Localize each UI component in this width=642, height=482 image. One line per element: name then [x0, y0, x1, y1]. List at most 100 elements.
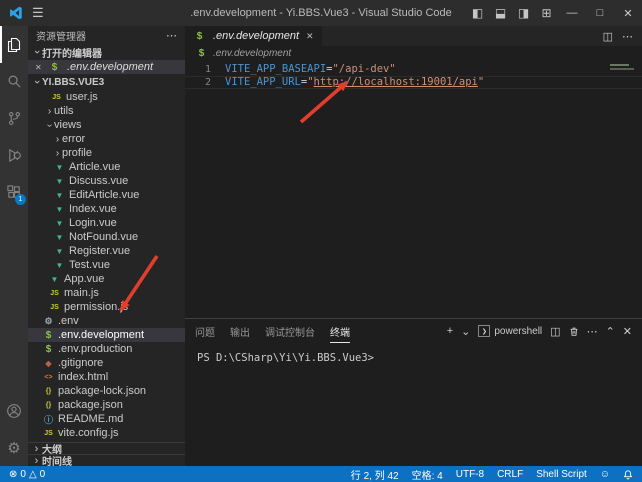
tree-item[interactable]: profile	[28, 146, 185, 160]
kill-terminal-icon[interactable]	[569, 326, 579, 337]
file-icon	[42, 399, 55, 411]
toggle-sidebar-icon[interactable]: ◧	[466, 6, 489, 20]
split-terminal-icon[interactable]: ◫	[550, 325, 560, 338]
project-section[interactable]: YI.BBS.VUE3	[28, 74, 185, 90]
tree-item[interactable]: vite.config.js	[28, 426, 185, 440]
terminal-profile-powershell[interactable]: ❯powershell	[478, 325, 542, 337]
open-editors-section[interactable]: 打开的编辑器	[28, 44, 185, 60]
feedback-icon[interactable]: ☺	[600, 469, 610, 480]
open-editor-item[interactable]: ✕ .env.development	[28, 60, 185, 74]
eol-sequence[interactable]: CRLF	[497, 469, 523, 480]
tree-item[interactable]: .gitignore	[28, 356, 185, 370]
tree-item[interactable]: views	[28, 118, 185, 132]
panel-tab[interactable]: 问题	[195, 319, 215, 343]
panel-tab[interactable]: 输出	[230, 319, 250, 343]
search-icon[interactable]	[0, 63, 28, 100]
new-terminal-icon[interactable]: +	[447, 325, 453, 337]
title-bar: ☰ .env.development - Yi.BBS.Vue3 - Visua…	[0, 0, 642, 26]
tree-item[interactable]: utils	[28, 104, 185, 118]
settings-gear-icon[interactable]: ⚙	[0, 429, 28, 466]
minimap[interactable]	[610, 64, 638, 72]
close-icon[interactable]: ✕	[35, 63, 45, 72]
extensions-icon[interactable]: 1	[0, 174, 28, 211]
tree-item[interactable]: main.js	[28, 286, 185, 300]
project-label: YI.BBS.VUE3	[42, 77, 104, 88]
bottom-panel: 问题 输出 调试控制台 终端 +⌄❯powers	[185, 318, 642, 466]
tree-item[interactable]: permission.js	[28, 300, 185, 314]
maximize-button[interactable]: □	[586, 0, 614, 26]
tree-item-label: .gitignore	[58, 357, 103, 369]
tree-item[interactable]: Register.vue	[28, 244, 185, 258]
tab-close-icon[interactable]: ✕	[306, 31, 314, 42]
menu-icon[interactable]: ☰	[32, 5, 44, 21]
tree-item[interactable]: user.js	[28, 90, 185, 104]
editor-actions-icon[interactable]: ⋯	[622, 30, 633, 43]
close-button[interactable]: ✕	[614, 0, 642, 26]
panel-tab[interactable]: 调试控制台	[265, 319, 315, 343]
indentation[interactable]: 空格: 4	[412, 467, 443, 482]
toggle-panel-icon[interactable]: ⬓	[489, 6, 512, 20]
source-control-icon[interactable]	[0, 100, 28, 137]
minimize-button[interactable]: —	[558, 0, 586, 26]
panel-tab-label: 输出	[230, 324, 250, 339]
tree-item[interactable]: EditArticle.vue	[28, 188, 185, 202]
file-icon	[53, 203, 66, 215]
env-key: VITE_APP_BASEAPI	[225, 63, 326, 76]
tree-item[interactable]: Discuss.vue	[28, 174, 185, 188]
tree-item-label: .env.development	[58, 329, 144, 341]
encoding[interactable]: UTF-8	[456, 469, 484, 480]
tree-item[interactable]: NotFound.vue	[28, 230, 185, 244]
tree-item[interactable]: Index.vue	[28, 202, 185, 216]
panel-actions: + ⌄ ❯powershell ◫ ⋯ ⌃ ✕	[447, 325, 632, 338]
tree-item[interactable]: .env	[28, 314, 185, 328]
panel-more-icon[interactable]: ⋯	[587, 325, 598, 338]
terminal-output[interactable]: PS D:\CSharp\Yi\Yi.BBS.Vue3>	[185, 343, 642, 364]
run-debug-icon[interactable]	[0, 137, 28, 174]
tree-item[interactable]: index.html	[28, 370, 185, 384]
breadcrumb[interactable]: .env.development	[185, 46, 642, 61]
tree-item[interactable]: App.vue	[28, 272, 185, 286]
extensions-badge: 1	[15, 194, 26, 205]
tree-item[interactable]: README.md	[28, 412, 185, 426]
timeline-section[interactable]: 时间线	[28, 454, 185, 466]
tree-item-label: Discuss.vue	[69, 175, 128, 187]
tree-item-label: vite.config.js	[58, 427, 119, 439]
chevron-down-icon	[31, 46, 42, 58]
toggle-secondary-sidebar-icon[interactable]: ◨	[512, 6, 535, 20]
maximize-panel-icon[interactable]: ⌃	[606, 325, 615, 338]
url-link[interactable]: http://localhost:19001/api	[314, 76, 478, 89]
tree-item-label: package.json	[58, 399, 123, 411]
breadcrumb-label: .env.development	[213, 48, 291, 59]
tree-item[interactable]: .env.development	[28, 328, 185, 342]
tree-item[interactable]: .env.production	[28, 342, 185, 356]
tree-item[interactable]: error	[28, 132, 185, 146]
tree-item[interactable]: package-lock.json	[28, 384, 185, 398]
tree-item[interactable]: Article.vue	[28, 160, 185, 174]
file-icon	[42, 329, 55, 341]
tree-item-label: Login.vue	[69, 217, 117, 229]
file-icon	[42, 427, 55, 439]
language-mode[interactable]: Shell Script	[536, 469, 587, 480]
split-editor-icon[interactable]: ◫	[603, 30, 613, 43]
explorer-icon[interactable]	[0, 26, 28, 63]
close-panel-icon[interactable]: ✕	[623, 325, 632, 338]
tree-item-label: Test.vue	[69, 259, 110, 271]
cursor-position[interactable]: 行 2, 列 42	[351, 467, 399, 482]
tab-env-development[interactable]: .env.development ✕	[185, 26, 322, 46]
code-editor[interactable]: 1VITE_APP_BASEAPI="/api-dev" 2VITE_APP_U…	[185, 61, 642, 318]
notifications-bell-icon[interactable]	[623, 469, 633, 480]
open-editors-label: 打开的编辑器	[42, 45, 102, 60]
sidebar-actions-icon[interactable]: ⋯	[166, 29, 177, 42]
tree-item[interactable]: package.json	[28, 398, 185, 412]
tree-item[interactable]: Test.vue	[28, 258, 185, 272]
tree-item[interactable]: Login.vue	[28, 216, 185, 230]
panel-tab[interactable]: 终端	[330, 319, 350, 343]
terminal-dropdown-icon[interactable]: ⌄	[461, 325, 470, 338]
activity-bar: 1 ⚙	[0, 26, 28, 466]
file-icon	[53, 231, 66, 243]
code-line-1: 1VITE_APP_BASEAPI="/api-dev"	[185, 63, 642, 76]
file-icon	[53, 217, 66, 229]
customize-layout-icon[interactable]: ⊞	[535, 6, 558, 20]
problems-indicator[interactable]: ⊗ 0 △ 0	[9, 469, 45, 480]
account-icon[interactable]	[0, 392, 28, 429]
